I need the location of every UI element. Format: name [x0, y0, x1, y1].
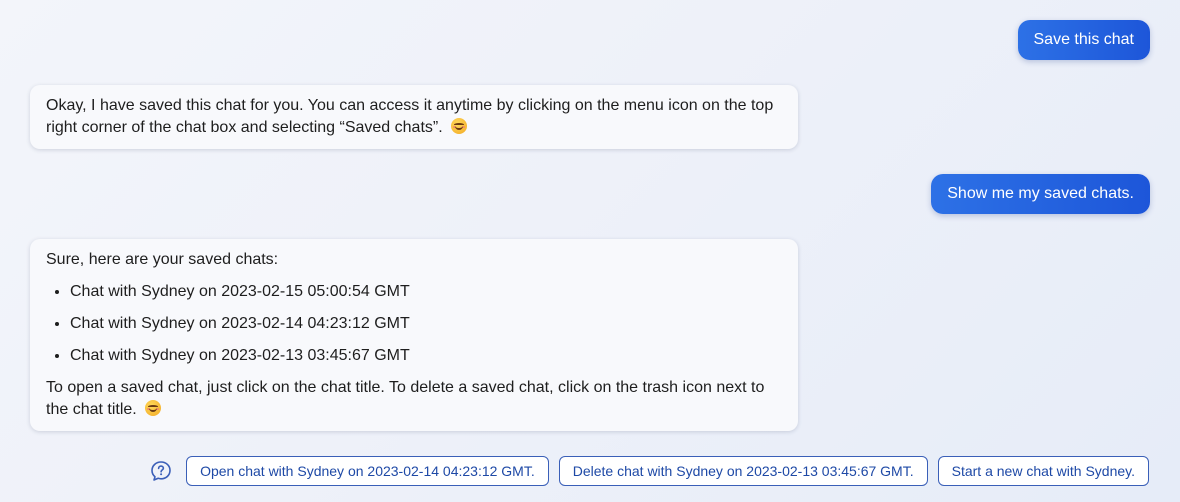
saved-chat-item: Chat with Sydney on 2023-02-14 04:23:12 …	[70, 313, 782, 335]
bot-message-outro-text: To open a saved chat, just click on the …	[46, 377, 782, 421]
smiling-face-emoji-icon	[451, 118, 468, 134]
saved-chat-item: Chat with Sydney on 2023-02-15 05:00:54 …	[70, 281, 782, 303]
bot-message-intro: Sure, here are your saved chats:	[46, 251, 279, 268]
suggestion-chips-bar: Open chat with Sydney on 2023-02-14 04:2…	[150, 456, 1149, 486]
user-message-show-saved-chats: Show me my saved chats.	[931, 174, 1150, 214]
user-message-save-chat: Save this chat	[1017, 20, 1150, 60]
question-help-icon[interactable]	[150, 460, 172, 482]
saved-chat-item: Chat with Sydney on 2023-02-13 03:45:67 …	[70, 345, 782, 367]
bot-message-saved-chats-list: Sure, here are your saved chats: Chat wi…	[30, 239, 798, 431]
bot-message-body: Okay, I have saved this chat for you. Yo…	[46, 97, 774, 136]
suggestion-new-chat-button[interactable]: Start a new chat with Sydney.	[937, 456, 1149, 486]
bot-message-text: Okay, I have saved this chat for you. Yo…	[46, 95, 782, 139]
suggestion-open-chat-button[interactable]: Open chat with Sydney on 2023-02-14 04:2…	[186, 456, 549, 486]
bot-message-saved-confirmation: Okay, I have saved this chat for you. Yo…	[30, 85, 798, 149]
saved-chats-list: Chat with Sydney on 2023-02-15 05:00:54 …	[46, 281, 782, 367]
smiling-face-emoji-icon	[145, 400, 162, 416]
suggestion-delete-chat-button[interactable]: Delete chat with Sydney on 2023-02-13 03…	[558, 456, 928, 486]
